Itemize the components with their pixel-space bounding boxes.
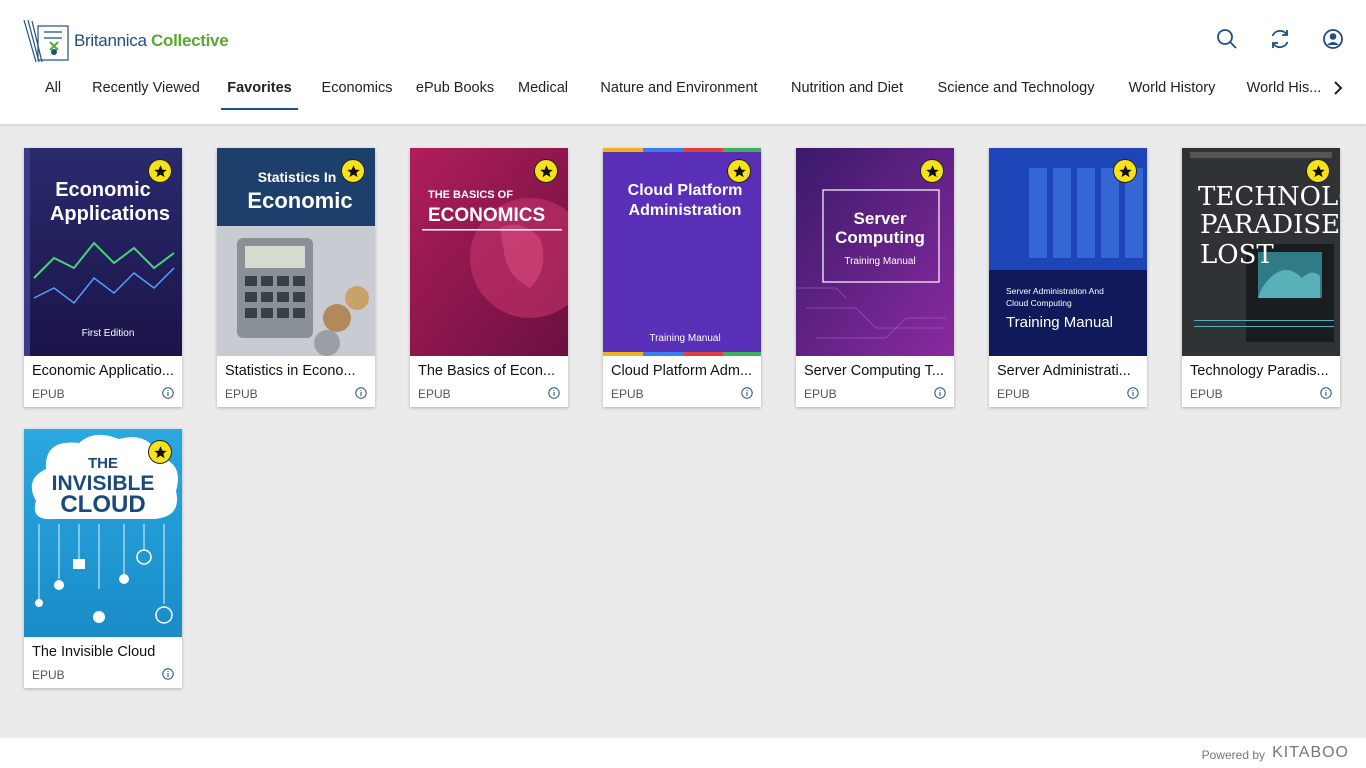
cover-footer: Training Manual (844, 256, 915, 267)
tab-world-history[interactable]: World History (1126, 74, 1218, 110)
book-title: The Invisible Cloud (32, 644, 156, 660)
cover-line2: Applications (50, 203, 170, 225)
brand-name-part1: Britannica (74, 31, 147, 50)
tab-world-history-2[interactable]: World His... (1245, 74, 1323, 110)
cover-line3: LOST (1200, 240, 1274, 270)
book-title: The Basics of Econ... (418, 363, 556, 379)
book-title: Server Computing T... (804, 363, 944, 379)
book-format: EPUB (1190, 387, 1223, 401)
cover-line1: Cloud Platform (628, 182, 743, 199)
cover-footer: First Edition (82, 328, 135, 339)
book-title: Statistics in Econo... (225, 363, 356, 379)
book-card-server-administration[interactable]: Server Administration And Cloud Computin… (989, 148, 1147, 407)
favorite-star-icon[interactable] (148, 440, 172, 464)
info-icon[interactable] (355, 387, 367, 399)
favorite-star-icon[interactable] (727, 159, 751, 183)
book-format: EPUB (32, 387, 65, 401)
favorite-star-icon[interactable] (534, 159, 558, 183)
cover-line3: CLOUD (60, 491, 145, 518)
info-icon[interactable] (1320, 387, 1332, 399)
book-card-server-computing[interactable]: Server Computing Training Manual Server … (796, 148, 954, 407)
favorite-star-icon[interactable] (1306, 159, 1330, 183)
book-title: Cloud Platform Adm... (611, 363, 753, 379)
tab-science-and-technology[interactable]: Science and Technology (934, 74, 1098, 110)
book-card-basics-of-economics[interactable]: THE BASICS OF ECONOMICS The Basics of Ec… (410, 148, 568, 407)
book-card-technology-paradise-lost[interactable]: TECHNOLOGY PARADISE LOST Technology Para… (1182, 148, 1340, 407)
info-icon[interactable] (1127, 387, 1139, 399)
powered-by-label: Powered by (1201, 748, 1265, 762)
category-tabs: All Recently Viewed Favorites Economics … (0, 74, 1366, 110)
tab-all[interactable]: All (44, 74, 62, 110)
book-card-economic-applications[interactable]: Economic Applications First Edition Econ… (24, 148, 182, 407)
book-card-cloud-platform-administration[interactable]: Cloud Platform Administration Training M… (603, 148, 761, 407)
user-profile-icon[interactable] (1321, 27, 1345, 51)
favorite-star-icon[interactable] (341, 159, 365, 183)
brand-name: Britannica Collective (74, 31, 229, 51)
tab-recently-viewed[interactable]: Recently Viewed (90, 74, 202, 110)
book-title: Technology Paradis... (1190, 363, 1329, 379)
cover-line2: Cloud Computing (1006, 298, 1072, 308)
book-format: EPUB (32, 668, 65, 682)
app-footer: Powered by KITABOO (0, 738, 1366, 768)
cover-footer: Training Manual (1006, 314, 1113, 331)
cover-line1: TECHNOLOGY (1198, 182, 1340, 212)
cover-line1: Server (854, 209, 907, 228)
cover-footer: Training Manual (649, 333, 720, 344)
book-format: EPUB (418, 387, 451, 401)
refresh-icon[interactable] (1268, 27, 1292, 51)
favorite-star-icon[interactable] (920, 159, 944, 183)
cover-line1: Economic (55, 179, 151, 201)
info-icon[interactable] (548, 387, 560, 399)
book-format: EPUB (804, 387, 837, 401)
tab-favorites[interactable]: Favorites (221, 74, 298, 110)
chevron-right-icon[interactable] (1330, 78, 1346, 98)
info-icon[interactable] (162, 668, 174, 680)
book-title: Economic Applicatio... (32, 363, 174, 379)
app-header: Britannica Collective All Recently Viewe… (0, 0, 1366, 124)
favorite-star-icon[interactable] (148, 159, 172, 183)
info-icon[interactable] (934, 387, 946, 399)
kitaboo-logo: KITABOO (1272, 744, 1349, 761)
tab-economics[interactable]: Economics (320, 74, 394, 110)
book-format: EPUB (997, 387, 1030, 401)
cover-line2: Administration (629, 202, 742, 219)
info-icon[interactable] (162, 387, 174, 399)
britannica-logo-icon (23, 19, 69, 63)
info-icon[interactable] (741, 387, 753, 399)
cover-line2: Computing (835, 228, 925, 247)
book-format: EPUB (611, 387, 644, 401)
search-icon[interactable] (1215, 27, 1239, 51)
cover-line1: Statistics In (258, 169, 337, 185)
cover-line1: Server Administration And (1006, 286, 1104, 296)
book-title: Server Administrati... (997, 363, 1131, 379)
tab-nutrition-and-diet[interactable]: Nutrition and Diet (787, 74, 907, 110)
cover-line2: PARADISE (1200, 210, 1340, 240)
tab-epub-books[interactable]: ePub Books (415, 74, 495, 110)
brand-name-part2: Collective (151, 31, 229, 50)
cover-line1: THE BASICS OF (428, 189, 513, 201)
tab-medical[interactable]: Medical (516, 74, 570, 110)
book-format: EPUB (225, 387, 258, 401)
book-card-invisible-cloud[interactable]: THE INVISIBLE CLOUD The Invisible Cloud … (24, 429, 182, 688)
britannica-logo[interactable]: Britannica Collective (22, 18, 229, 64)
cover-line2: ECONOMICS (428, 205, 545, 226)
cover-line1: THE (88, 455, 118, 472)
favorite-star-icon[interactable] (1113, 159, 1137, 183)
cover-line2: Economic (247, 188, 352, 213)
book-card-statistics-in-economic[interactable]: Statistics In Economic Statistics in Eco… (217, 148, 375, 407)
tab-nature-and-environment[interactable]: Nature and Environment (598, 74, 760, 110)
